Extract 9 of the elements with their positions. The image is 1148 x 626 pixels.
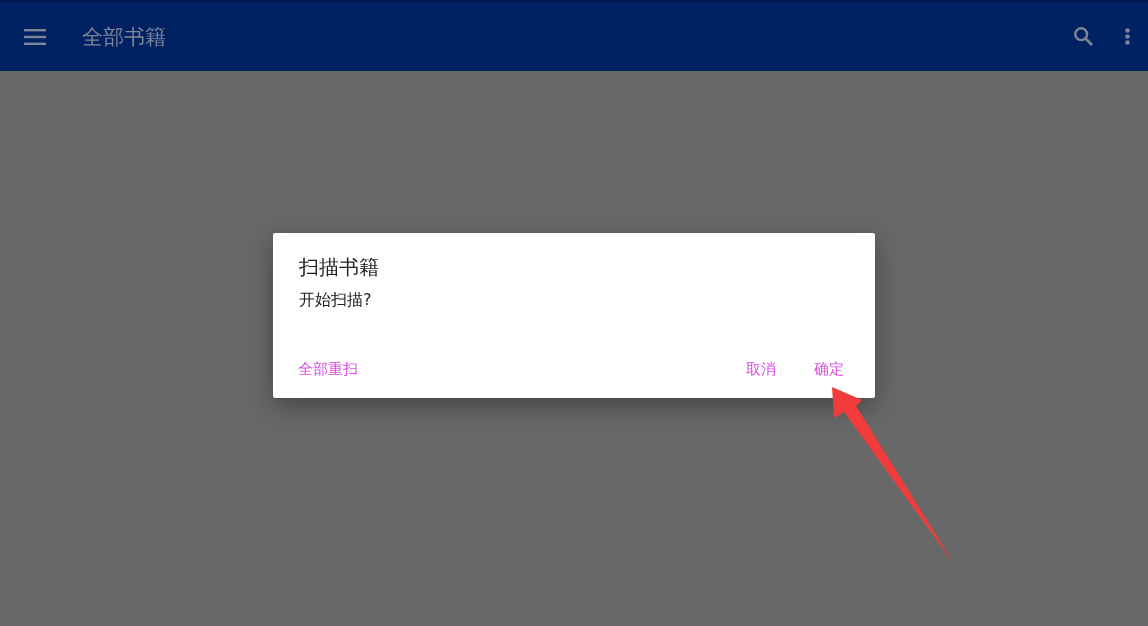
- search-icon[interactable]: [1074, 27, 1093, 46]
- dialog-message: 开始扫描?: [299, 289, 373, 311]
- dialog-title: 扫描书籍: [299, 254, 380, 281]
- dialog-button[interactable]: 取消: [738, 351, 784, 387]
- dialog-button[interactable]: 确定: [806, 351, 852, 387]
- menu-icon[interactable]: [24, 28, 46, 45]
- app-bar-title: 全部书籍: [82, 23, 167, 51]
- more-options-icon[interactable]: [1125, 28, 1130, 45]
- dialog-button[interactable]: 全部重扫: [290, 351, 366, 387]
